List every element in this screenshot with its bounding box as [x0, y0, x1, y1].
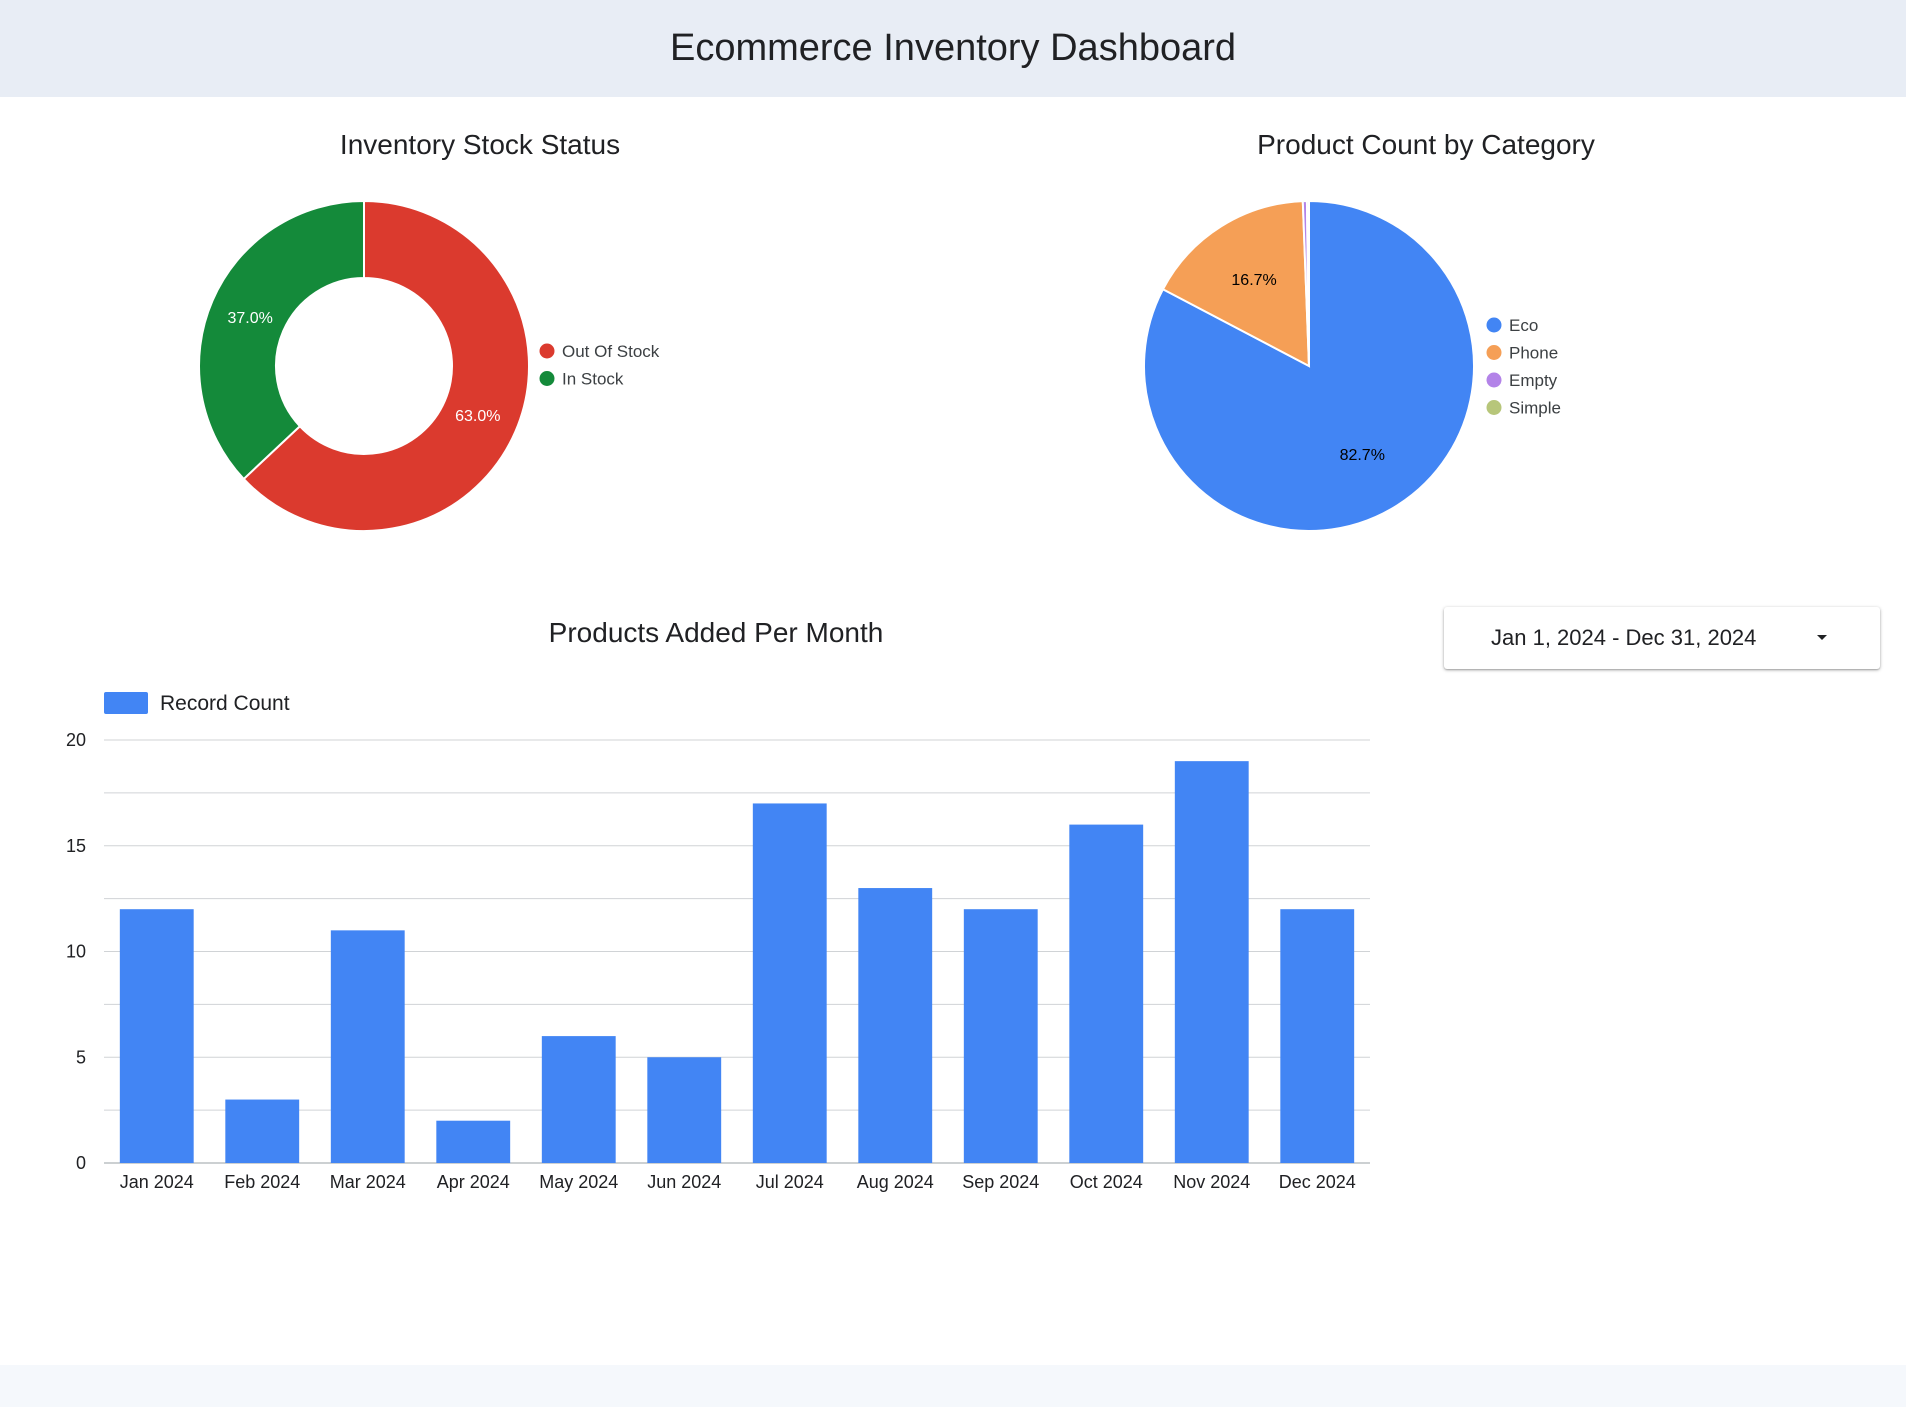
x-tick-label: Aug 2024 [857, 1172, 934, 1192]
y-tick-label: 5 [76, 1047, 86, 1067]
bar-may-2024[interactable] [541, 1036, 616, 1163]
bar-mar-2024[interactable] [330, 930, 405, 1163]
x-tick-label: Oct 2024 [1070, 1172, 1143, 1192]
legend-label-record-count[interactable]: Record Count [160, 692, 290, 715]
x-tick-label: May 2024 [539, 1172, 618, 1192]
dropdown-arrow-icon [1817, 635, 1827, 640]
legend-marker-record-count [104, 692, 148, 714]
x-tick-label: Jul 2024 [756, 1172, 824, 1192]
bar-dec-2024[interactable] [1280, 909, 1355, 1163]
date-range-picker[interactable]: Jan 1, 2024 - Dec 31, 2024 [1444, 607, 1880, 669]
monthly-bar-chart: 0 5 10 15 20 Jan 2024 Feb 2024 Mar 2024 Apr 2024… [66, 692, 1370, 1192]
x-tick-label: Nov 2024 [1173, 1172, 1250, 1192]
bar-jun-2024[interactable] [647, 1057, 722, 1163]
x-tick-label: Apr 2024 [437, 1172, 510, 1192]
x-tick-label: Dec 2024 [1279, 1172, 1356, 1192]
bar-feb-2024[interactable] [225, 1099, 300, 1163]
bar-oct-2024[interactable] [1069, 824, 1144, 1163]
x-tick-label: Sep 2024 [962, 1172, 1039, 1192]
bar-apr-2024[interactable] [436, 1120, 511, 1163]
footer-band [0, 1365, 1906, 1407]
x-tick-label: Jan 2024 [120, 1172, 194, 1192]
y-tick-label: 0 [76, 1153, 86, 1173]
bar-sep-2024[interactable] [963, 909, 1038, 1163]
x-tick-label: Feb 2024 [224, 1172, 300, 1192]
x-tick-label: Jun 2024 [647, 1172, 721, 1192]
y-tick-label: 15 [66, 836, 86, 856]
bar-jul-2024[interactable] [752, 803, 827, 1163]
bar-nov-2024[interactable] [1174, 761, 1249, 1163]
date-range-value: Jan 1, 2024 - Dec 31, 2024 [1491, 625, 1757, 650]
x-tick-label: Mar 2024 [330, 1172, 406, 1192]
y-tick-label: 20 [66, 730, 86, 750]
bar-aug-2024[interactable] [858, 888, 933, 1163]
y-tick-label: 10 [66, 942, 86, 962]
bar-jan-2024[interactable] [119, 909, 194, 1163]
